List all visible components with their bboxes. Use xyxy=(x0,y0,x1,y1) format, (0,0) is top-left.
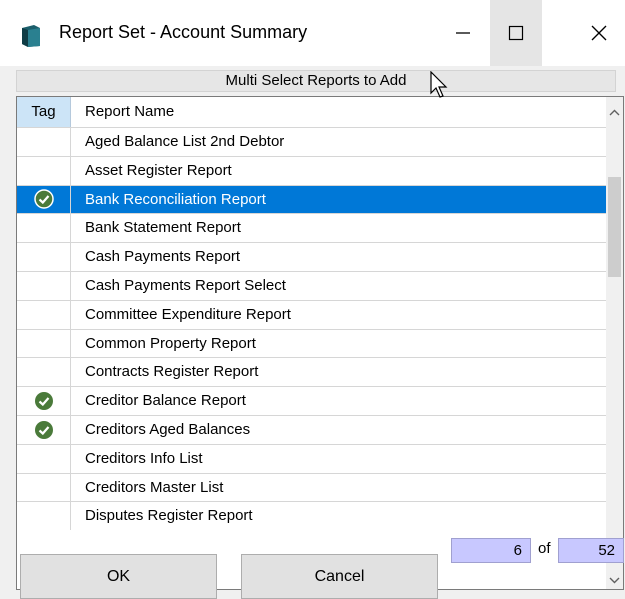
chevron-down-icon xyxy=(609,577,620,584)
check-circle-icon xyxy=(34,420,53,439)
report-name-cell: Contracts Register Report xyxy=(85,363,259,381)
tag-cell[interactable] xyxy=(17,185,71,214)
table-row[interactable]: Bank Statement Report xyxy=(17,213,607,243)
table-row[interactable]: Disputes Register Report xyxy=(17,501,607,531)
close-icon xyxy=(591,25,607,41)
minimize-icon xyxy=(456,32,470,34)
tag-cell[interactable] xyxy=(17,243,71,271)
report-name-cell: Bank Reconciliation Report xyxy=(71,185,607,214)
report-name-cell: Bank Statement Report xyxy=(85,219,241,237)
report-name-cell: Common Property Report xyxy=(85,334,256,352)
minimize-button[interactable] xyxy=(437,0,489,66)
tag-cell[interactable] xyxy=(17,473,71,502)
close-button[interactable] xyxy=(573,0,625,66)
ok-button[interactable]: OK xyxy=(20,554,217,599)
title-bar: Report Set - Account Summary xyxy=(0,0,625,66)
selected-count: 6 xyxy=(451,538,531,563)
table-row[interactable]: Committee Expenditure Report xyxy=(17,299,607,329)
report-name-cell: Disputes Register Report xyxy=(85,507,253,525)
table-row[interactable]: Creditors Master List xyxy=(17,472,607,502)
table-row[interactable]: Asset Register Report xyxy=(17,155,607,185)
check-circle-icon xyxy=(33,189,54,210)
report-name-cell: Committee Expenditure Report xyxy=(85,305,291,323)
maximize-button[interactable] xyxy=(490,0,542,66)
report-name-cell: Cash Payments Report xyxy=(85,248,241,266)
count-of-label: of xyxy=(538,540,551,557)
table-row[interactable]: Common Property Report xyxy=(17,328,607,358)
report-name-cell: Creditor Balance Report xyxy=(85,392,246,410)
dialog-body: Multi Select Reports to Add Tag Report N… xyxy=(0,66,625,599)
check-circle-icon xyxy=(34,392,53,411)
tag-cell[interactable] xyxy=(17,444,71,473)
scroll-up-button[interactable] xyxy=(606,97,623,127)
report-name-cell: Creditors Aged Balances xyxy=(85,420,251,438)
maximize-icon xyxy=(508,25,524,41)
report-name-cell: Asset Register Report xyxy=(85,161,232,179)
vertical-scrollbar[interactable] xyxy=(606,97,623,589)
report-name-cell: Creditors Master List xyxy=(85,478,224,496)
table-row[interactable]: Creditors Aged Balances xyxy=(17,414,607,444)
tag-cell[interactable] xyxy=(17,387,71,415)
table-row[interactable]: Aged Balance List 2nd Debtor xyxy=(17,127,607,156)
table-row[interactable]: Creditors Info List xyxy=(17,443,607,473)
table-row[interactable]: Creditor Balance Report xyxy=(17,386,607,415)
report-name-cell: Cash Payments Report Select xyxy=(85,276,286,294)
window-title: Report Set - Account Summary xyxy=(59,22,308,42)
tag-cell[interactable] xyxy=(17,502,71,531)
report-name-cell: Aged Balance List 2nd Debtor xyxy=(85,133,285,150)
report-name-cell: Creditors Info List xyxy=(85,449,203,467)
scroll-thumb[interactable] xyxy=(608,177,621,277)
tag-cell[interactable] xyxy=(17,415,71,444)
tag-cell[interactable] xyxy=(17,271,71,300)
table-row[interactable]: Contracts Register Report xyxy=(17,357,607,387)
scroll-down-button[interactable] xyxy=(606,572,623,589)
report-rows: Aged Balance List 2nd Debtor Asset Regis… xyxy=(17,127,607,531)
report-name-column-header[interactable]: Report Name xyxy=(71,97,601,127)
report-grid[interactable]: Tag Report Name Aged Balance List 2nd De… xyxy=(16,96,624,590)
cancel-button[interactable]: Cancel xyxy=(241,554,438,599)
tag-cell[interactable] xyxy=(17,128,71,156)
total-count: 52 xyxy=(558,538,624,563)
table-row[interactable]: Cash Payments Report xyxy=(17,242,607,271)
tag-cell[interactable] xyxy=(17,300,71,329)
app-icon xyxy=(22,25,40,47)
tag-column-header[interactable]: Tag xyxy=(17,97,71,127)
tag-cell[interactable] xyxy=(17,214,71,243)
multi-select-banner: Multi Select Reports to Add xyxy=(16,70,616,92)
table-row[interactable]: Cash Payments Report Select xyxy=(17,270,607,300)
tag-cell[interactable] xyxy=(17,358,71,387)
chevron-up-icon xyxy=(609,109,620,115)
tag-cell[interactable] xyxy=(17,156,71,185)
mouse-cursor-icon xyxy=(430,71,448,98)
table-row-selected[interactable]: Bank Reconciliation Report xyxy=(17,184,607,214)
tag-cell[interactable] xyxy=(17,329,71,358)
